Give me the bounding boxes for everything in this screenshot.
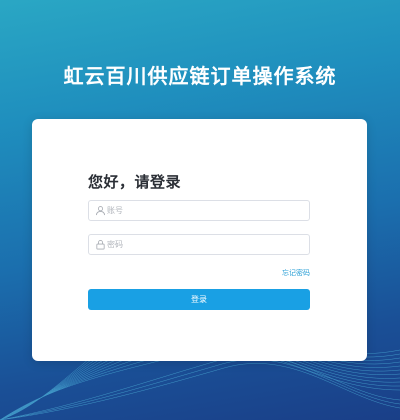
password-input[interactable]: [107, 236, 303, 253]
system-title: 虹云百川供应链订单操作系统: [63, 64, 337, 88]
password-field[interactable]: [88, 234, 310, 255]
login-button[interactable]: 登录: [88, 289, 310, 310]
username-input[interactable]: [107, 202, 303, 219]
username-field[interactable]: [88, 200, 310, 221]
forgot-password-link[interactable]: 忘记密码: [282, 268, 310, 278]
login-greeting: 您好，请登录: [88, 173, 182, 191]
lock-icon: [96, 240, 105, 250]
user-icon: [95, 206, 106, 216]
login-card: 您好，请登录 忘记密码 登录: [32, 119, 367, 361]
